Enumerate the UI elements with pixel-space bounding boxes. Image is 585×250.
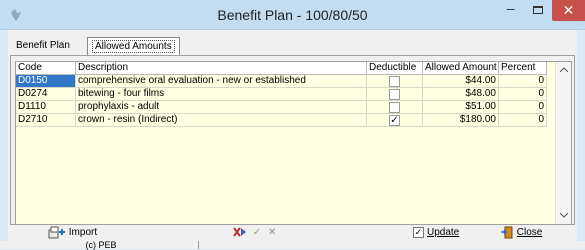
code-cell[interactable]: D0274 — [16, 88, 76, 101]
description-cell[interactable]: bitewing - four films — [76, 88, 367, 101]
deductible-checkbox[interactable] — [389, 76, 400, 87]
cancel-icon[interactable]: ✕ — [268, 227, 276, 238]
scroll-up-button[interactable] — [556, 62, 572, 78]
deductible-checkbox[interactable] — [389, 102, 400, 113]
import-button[interactable]: Import — [48, 225, 97, 241]
column-header-code[interactable]: Code — [16, 62, 76, 75]
table-row[interactable]: D0150 comprehensive oral evaluation - ne… — [16, 75, 547, 88]
tab-allowed-amounts[interactable]: Allowed Amounts — [87, 37, 180, 55]
close-window-button[interactable]: ✕ — [552, 0, 585, 21]
code-cell[interactable]: D0150 — [16, 75, 76, 88]
column-header-allowed-amount[interactable]: Allowed Amount — [423, 62, 499, 75]
maximize-icon — [533, 6, 543, 14]
description-cell[interactable]: crown - resin (Indirect) — [76, 114, 367, 127]
scroll-down-button[interactable] — [556, 208, 572, 224]
deductible-cell — [367, 88, 423, 101]
chevron-up-icon — [559, 67, 569, 73]
tab-panel: Code Description Deductible Allowed Amou… — [10, 55, 575, 225]
close-button[interactable]: Close — [500, 225, 542, 241]
confirm-icon[interactable]: ✓ — [253, 227, 261, 238]
import-icon — [48, 226, 65, 239]
allowed-amount-cell[interactable]: $180.00 — [423, 114, 499, 127]
delete-record-icon[interactable] — [233, 227, 247, 237]
copyright-label: (c) PEB — [4, 241, 199, 250]
grid-header: Code Description Deductible Allowed Amou… — [16, 62, 547, 75]
allowed-amount-cell[interactable]: $44.00 — [423, 75, 499, 88]
title-bar: Benefit Plan - 100/80/50 – ✕ — [0, 0, 585, 30]
maximize-button[interactable] — [525, 0, 551, 21]
table-row[interactable]: D2710 crown - resin (Indirect) ✓ $180.00… — [16, 114, 547, 127]
code-cell[interactable]: D1110 — [16, 101, 76, 114]
vertical-scrollbar[interactable] — [555, 62, 571, 224]
column-header-description[interactable]: Description — [76, 62, 367, 75]
description-cell[interactable]: comprehensive oral evaluation - new or e… — [76, 75, 367, 88]
code-cell[interactable]: D2710 — [16, 114, 76, 127]
allowed-amounts-grid[interactable]: Code Description Deductible Allowed Amou… — [15, 61, 572, 225]
edit-actions: ✓ ✕ — [233, 225, 276, 241]
allowed-amount-cell[interactable]: $51.00 — [423, 101, 499, 114]
description-cell[interactable]: prophylaxis - adult — [76, 101, 367, 114]
import-label: Import — [68, 227, 98, 238]
percent-cell[interactable]: 0 — [499, 75, 547, 88]
percent-cell[interactable]: 0 — [499, 114, 547, 127]
allowed-amount-cell[interactable]: $48.00 — [423, 88, 499, 101]
door-exit-icon — [501, 226, 513, 239]
tab-benefit-plan[interactable]: Benefit Plan — [12, 37, 74, 55]
percent-cell[interactable]: 0 — [499, 101, 547, 114]
minimize-button[interactable]: – — [497, 0, 524, 21]
close-label: Close — [516, 227, 543, 238]
update-checkbox-box[interactable]: ✓ — [413, 226, 424, 238]
tab-allowed-amounts-label: Allowed Amounts — [92, 40, 175, 53]
deductible-checkbox-checked[interactable]: ✓ — [389, 115, 400, 126]
deductible-cell: ✓ — [367, 114, 423, 127]
table-row[interactable]: D0274 bitewing - four films $48.00 0 — [16, 88, 547, 101]
status-bar: (c) PEB — [0, 241, 585, 250]
update-label: Update — [427, 227, 460, 238]
chevron-down-icon — [559, 212, 569, 218]
update-checkbox[interactable]: ✓ Update — [413, 225, 459, 241]
column-header-percent[interactable]: Percent — [499, 62, 547, 75]
column-header-deductible[interactable]: Deductible — [367, 62, 423, 75]
bottom-toolbar: Import ✓ ✕ ✓ Update Close — [8, 225, 577, 241]
deductible-cell — [367, 75, 423, 88]
deductible-cell — [367, 101, 423, 114]
percent-cell[interactable]: 0 — [499, 88, 547, 101]
table-row[interactable]: D1110 prophylaxis - adult $51.00 0 — [16, 101, 547, 114]
deductible-checkbox[interactable] — [389, 89, 400, 100]
client-area: Benefit Plan Allowed Amounts Code Descri… — [8, 30, 577, 241]
